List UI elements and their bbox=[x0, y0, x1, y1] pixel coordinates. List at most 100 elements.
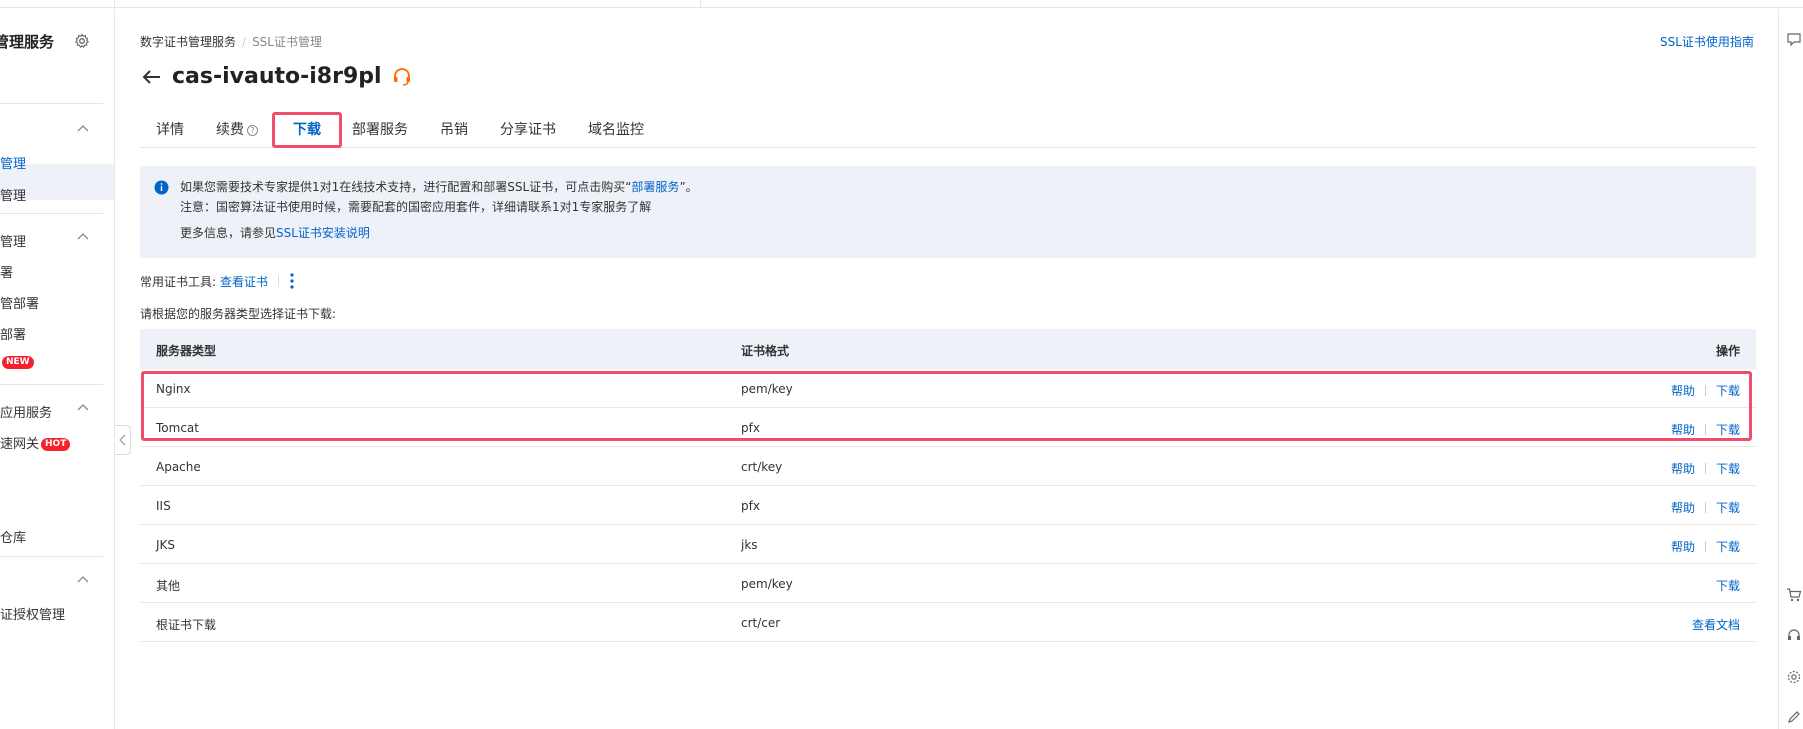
sidebar-item-label: 仓库 bbox=[0, 531, 27, 546]
download-link[interactable]: 下载 bbox=[1716, 577, 1740, 594]
notice-text: 如果您需要技术专家提供1对1在线技术支持，进行配置和部署SSL证书，可点击购买“ bbox=[180, 180, 632, 194]
breadcrumb-item[interactable]: 数字证书管理服务 bbox=[140, 35, 236, 49]
sidebar-item-repository[interactable]: 仓库 bbox=[0, 527, 26, 546]
cell-server-type: IIS bbox=[156, 499, 171, 513]
table-row: IIS pfx 帮助 下载 bbox=[140, 486, 1756, 525]
help-icon[interactable]: ? bbox=[247, 125, 258, 136]
sidebar-item-app-services[interactable]: 应用服务 bbox=[0, 402, 52, 421]
tab-label: 部署服务 bbox=[352, 122, 408, 138]
notice-panel: 如果您需要技术专家提供1对1在线技术支持，进行配置和部署SSL证书，可点击购买“… bbox=[140, 166, 1756, 258]
sidebar-divider bbox=[0, 384, 103, 385]
sidebar: 管理服务 管理 管理 管理 署 管部署 部署 NEW 应用服务 速网关 HOT 仓… bbox=[0, 9, 115, 729]
choose-server-label: 请根据您的服务器类型选择证书下载: bbox=[140, 307, 337, 321]
sidebar-item-gateway[interactable]: 速网关 HOT bbox=[0, 433, 71, 452]
info-icon bbox=[154, 180, 169, 195]
sidebar-item-hosted-deploy[interactable]: 管部署 bbox=[0, 293, 39, 312]
sidebar-item-deploy[interactable]: 署 bbox=[0, 262, 13, 281]
page-title: cas-ivauto-i8r9pl bbox=[172, 64, 382, 89]
breadcrumb-separator: / bbox=[242, 35, 247, 49]
cell-cert-format: crt/key bbox=[741, 460, 783, 474]
cell-cert-format: pfx bbox=[741, 499, 760, 513]
sidebar-item-management[interactable]: 管理 bbox=[0, 185, 26, 204]
more-vertical-icon[interactable] bbox=[289, 272, 295, 290]
back-arrow-icon[interactable] bbox=[140, 65, 164, 89]
cart-icon[interactable] bbox=[1786, 587, 1802, 603]
notice-line-sm-note: 注意：国密算法证书使用时候，需要配套的国密应用套件，详细请联系1对1专家服务了解 bbox=[180, 200, 652, 214]
row-actions: 帮助 下载 bbox=[1671, 499, 1740, 516]
chevron-left-icon bbox=[118, 434, 125, 446]
tab-highlight-box bbox=[272, 112, 342, 148]
sidebar-item-label: 管理 bbox=[0, 157, 27, 172]
chevron-up-icon[interactable] bbox=[76, 122, 90, 136]
title-row: cas-ivauto-i8r9pl bbox=[140, 64, 413, 89]
row-actions: 帮助 下载 bbox=[1671, 460, 1740, 477]
tab-label: 吊销 bbox=[440, 122, 468, 138]
tab-bar: 详情 续费? 下载 部署服务 吊销 分享证书 域名监控 bbox=[140, 115, 1756, 148]
row-actions: 查看文档 bbox=[1692, 616, 1740, 633]
sidebar-item-label: 管理 bbox=[0, 189, 27, 204]
sidebar-item-deploy-management[interactable]: 管理 bbox=[0, 231, 26, 250]
edit-icon[interactable] bbox=[1786, 709, 1802, 725]
help-link[interactable]: 帮助 bbox=[1671, 499, 1695, 516]
chevron-up-icon[interactable] bbox=[76, 573, 90, 587]
sidebar-divider bbox=[0, 103, 103, 104]
cert-tools-label: 常用证书工具: bbox=[140, 274, 217, 289]
table-header: 服务器类型 证书格式 操作 bbox=[140, 329, 1756, 369]
sidebar-item-license-management[interactable]: 证授权管理 bbox=[0, 604, 65, 623]
sidebar-title: 管理服务 bbox=[0, 33, 55, 51]
table-row: 根证书下载 crt/cer 查看文档 bbox=[140, 603, 1756, 642]
download-link[interactable]: 下载 bbox=[1716, 460, 1740, 477]
view-cert-link[interactable]: 查看证书 bbox=[220, 273, 268, 290]
download-link[interactable]: 下载 bbox=[1716, 538, 1740, 555]
divider bbox=[278, 275, 280, 287]
tab-deploy-service[interactable]: 部署服务 bbox=[352, 119, 408, 139]
sidebar-item-label: 速网关 bbox=[0, 437, 40, 452]
deploy-service-link[interactable]: 部署服务 bbox=[631, 180, 679, 194]
help-link[interactable]: 帮助 bbox=[1671, 538, 1695, 555]
cell-server-type: 根证书下载 bbox=[156, 618, 217, 632]
header-cert-format: 证书格式 bbox=[741, 344, 790, 358]
top-bar-divider bbox=[700, 0, 701, 8]
divider bbox=[1704, 463, 1706, 474]
tab-share-cert[interactable]: 分享证书 bbox=[500, 119, 556, 139]
notice-text: ”。 bbox=[679, 180, 698, 194]
ssl-install-guide-link[interactable]: SSL证书安装说明 bbox=[276, 226, 370, 240]
support-headset-icon[interactable] bbox=[391, 66, 413, 88]
sidebar-item-label: 管理 bbox=[0, 235, 27, 250]
headset-icon[interactable] bbox=[1786, 627, 1802, 643]
help-link[interactable]: 帮助 bbox=[1671, 460, 1695, 477]
sidebar-item-cert-management[interactable]: 管理 bbox=[0, 153, 26, 172]
gear-icon[interactable] bbox=[74, 33, 90, 49]
tab-label: 续费 bbox=[216, 122, 244, 138]
cert-tools: 常用证书工具: 查看证书 bbox=[140, 272, 295, 290]
right-rail bbox=[1778, 9, 1803, 729]
tab-label: 详情 bbox=[156, 122, 184, 138]
notice-line-support: 如果您需要技术专家提供1对1在线技术支持，进行配置和部署SSL证书，可点击购买“… bbox=[180, 178, 698, 195]
notice-text: 更多信息，请参见 bbox=[180, 226, 277, 240]
tab-renewal[interactable]: 续费? bbox=[216, 119, 258, 139]
sidebar-item-label: 管部署 bbox=[0, 297, 40, 312]
sidebar-item-label: 证授权管理 bbox=[0, 608, 66, 623]
view-docs-link[interactable]: 查看文档 bbox=[1692, 616, 1740, 633]
table-row: Apache crt/key 帮助 下载 bbox=[140, 447, 1756, 486]
sidebar-collapse-handle[interactable] bbox=[115, 425, 131, 455]
download-link[interactable]: 下载 bbox=[1716, 499, 1740, 516]
chevron-up-icon[interactable] bbox=[76, 401, 90, 415]
sidebar-item-new[interactable]: NEW bbox=[0, 355, 34, 370]
sidebar-item-label: 署 bbox=[0, 266, 14, 281]
sidebar-item-cloud-deploy[interactable]: 部署 bbox=[0, 324, 26, 343]
breadcrumb-item-current: SSL证书管理 bbox=[252, 35, 322, 49]
cell-server-type: JKS bbox=[156, 538, 176, 552]
rows-highlight-box bbox=[141, 371, 1752, 441]
tab-revoke[interactable]: 吊销 bbox=[440, 119, 468, 139]
ssl-guide-link[interactable]: SSL证书使用指南 bbox=[1660, 33, 1754, 50]
feedback-icon[interactable] bbox=[1786, 31, 1802, 47]
cell-server-type: 其他 bbox=[156, 579, 181, 593]
table-row: 其他 pem/key 下载 bbox=[140, 564, 1756, 603]
sidebar-divider bbox=[0, 556, 103, 557]
chevron-up-icon[interactable] bbox=[76, 230, 90, 244]
settings-icon[interactable] bbox=[1786, 669, 1802, 685]
tab-domain-monitor[interactable]: 域名监控 bbox=[588, 119, 644, 139]
header-actions: 操作 bbox=[1715, 344, 1740, 358]
tab-details[interactable]: 详情 bbox=[156, 119, 184, 139]
